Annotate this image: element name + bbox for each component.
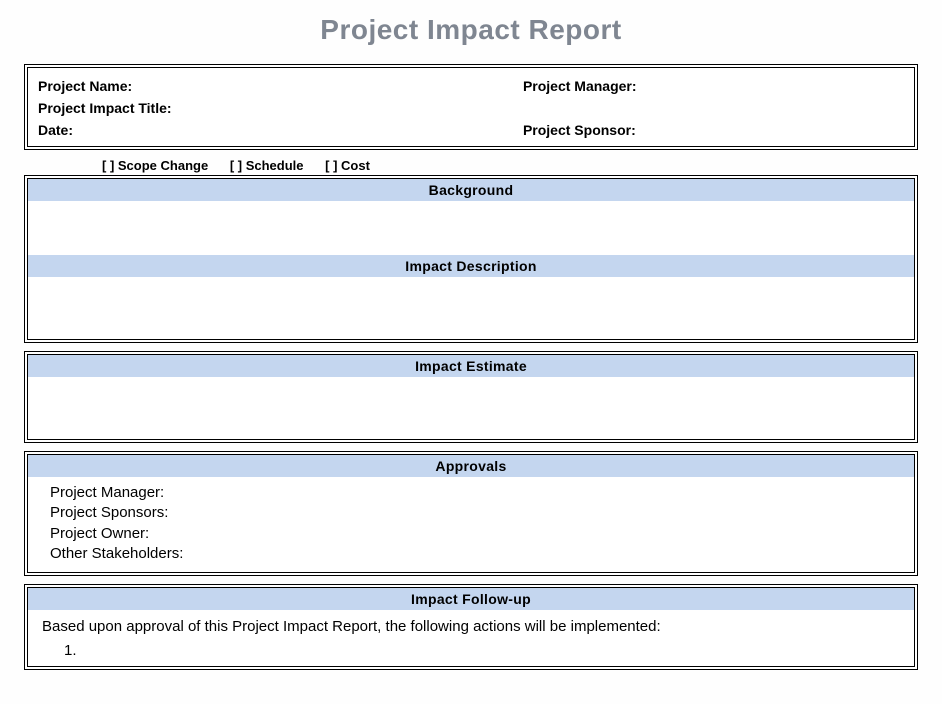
impact-followup-box: Impact Follow-up Based upon approval of …: [24, 584, 918, 670]
project-sponsor-label: Project Sponsor:: [523, 122, 904, 138]
impact-followup-body: Based upon approval of this Project Impa…: [28, 610, 914, 666]
project-info-box: Project Name: Project Manager: Project I…: [24, 64, 918, 150]
background-heading: Background: [28, 179, 914, 201]
impact-type-checkboxes: [ ] Scope Change [ ] Schedule [ ] Cost: [24, 158, 918, 173]
checkbox-cost[interactable]: [ ] Cost: [325, 158, 370, 173]
page-title: Project Impact Report: [24, 14, 918, 46]
followup-item-1: 1.: [42, 638, 900, 662]
approvals-box: Approvals Project Manager: Project Spons…: [24, 451, 918, 576]
checkbox-scope-change[interactable]: [ ] Scope Change: [102, 158, 208, 173]
impact-estimate-heading: Impact Estimate: [28, 355, 914, 377]
impact-followup-heading: Impact Follow-up: [28, 588, 914, 610]
background-description-box: Background Impact Description: [24, 175, 918, 343]
date-label: Date:: [38, 122, 523, 138]
approvals-body: Project Manager: Project Sponsors: Proje…: [28, 477, 914, 572]
impact-estimate-body[interactable]: [28, 377, 914, 439]
approvals-project-manager: Project Manager:: [50, 483, 892, 503]
followup-intro-text: Based upon approval of this Project Impa…: [42, 616, 900, 638]
impact-description-body[interactable]: [28, 277, 914, 339]
project-manager-label: Project Manager:: [523, 78, 904, 94]
impact-description-heading: Impact Description: [28, 255, 914, 277]
approvals-other-stakeholders: Other Stakeholders:: [50, 544, 892, 564]
background-body[interactable]: [28, 201, 914, 255]
impact-estimate-box: Impact Estimate: [24, 351, 918, 443]
approvals-project-sponsors: Project Sponsors:: [50, 503, 892, 523]
document-page: Project Impact Report Project Name: Proj…: [0, 0, 942, 690]
project-name-label: Project Name:: [38, 78, 523, 94]
approvals-heading: Approvals: [28, 455, 914, 477]
approvals-project-owner: Project Owner:: [50, 524, 892, 544]
checkbox-schedule[interactable]: [ ] Schedule: [230, 158, 304, 173]
project-impact-title-label: Project Impact Title:: [38, 100, 523, 116]
